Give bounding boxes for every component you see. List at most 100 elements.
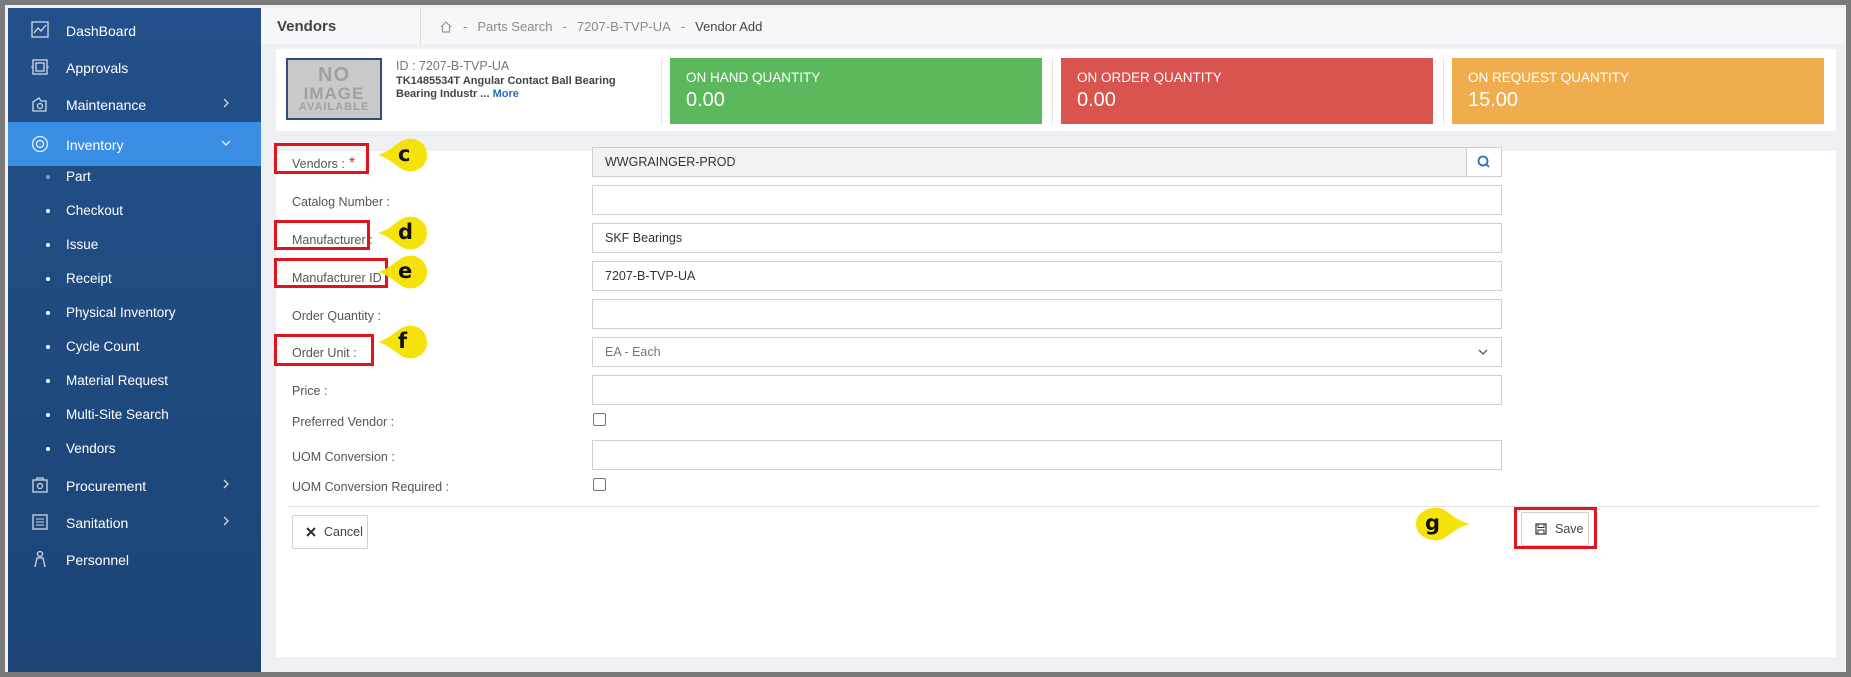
uom-conversion-required-checkbox[interactable]	[593, 478, 606, 491]
sidebar: DashBoard Approvals Maintenance Inventor…	[8, 8, 261, 672]
sidebar-subitem-label: Material Request	[66, 373, 169, 388]
callout-letter: d	[398, 220, 414, 244]
uom-conversion-label: UOM Conversion :	[292, 450, 395, 464]
sidebar-subitem-label: Receipt	[66, 271, 112, 286]
no-image-text: IMAGE	[303, 84, 365, 103]
catalog-number-label: Catalog Number :	[292, 195, 390, 209]
page-title: Vendors	[277, 18, 337, 35]
more-link[interactable]: More	[493, 88, 519, 100]
save-button[interactable]: Save	[1521, 512, 1589, 546]
sidebar-subitem-label: Part	[66, 169, 91, 184]
bullet-icon	[46, 345, 50, 349]
bullet-icon	[46, 209, 50, 213]
sidebar-item-label: Approvals	[66, 60, 129, 76]
breadcrumb-separator: -	[463, 19, 468, 34]
divider	[1052, 58, 1053, 124]
cancel-button-label: Cancel	[324, 525, 363, 539]
on-hand-quantity-tile: ON HAND QUANTITY 0.00	[670, 58, 1042, 124]
quantity-label: ON REQUEST QUANTITY	[1468, 70, 1630, 85]
chevron-right-icon	[223, 479, 229, 489]
vendor-form: Vendors : * WWGRAINGER-PROD Catalog Numbe…	[274, 143, 1836, 657]
personnel-icon	[34, 550, 46, 568]
callout-letter: c	[398, 142, 411, 166]
sidebar-subitem-label: Cycle Count	[66, 339, 140, 354]
quantity-label: ON HAND QUANTITY	[686, 70, 821, 85]
chevron-right-icon	[223, 516, 229, 526]
vendor-search-button[interactable]	[1466, 147, 1502, 177]
app-window: DashBoard Approvals Maintenance Inventor…	[5, 5, 1846, 672]
part-description: TK1485534T Angular Contact Ball Bearing …	[396, 75, 651, 101]
breadcrumb-current: Vendor Add	[695, 19, 763, 34]
sidebar-subitem-label: Checkout	[66, 203, 124, 218]
order-quantity-field[interactable]	[592, 299, 1502, 329]
uom-conversion-field[interactable]	[592, 440, 1502, 470]
sanitation-icon	[32, 514, 48, 530]
sidebar-subitem-label: Multi-Site Search	[66, 407, 169, 422]
save-icon	[1535, 523, 1547, 535]
no-image-text: NO	[318, 64, 350, 86]
on-request-quantity-tile: ON REQUEST QUANTITY 15.00	[1452, 58, 1824, 124]
order-unit-value: EA - Each	[605, 345, 661, 359]
callout-letter: e	[398, 259, 413, 283]
save-button-label: Save	[1555, 522, 1584, 536]
sidebar-item-label: Maintenance	[66, 97, 147, 113]
callout-marker-e: e	[378, 255, 428, 289]
sidebar-item-maintenance[interactable]: Maintenance	[8, 82, 261, 126]
no-image-placeholder: NO IMAGE AVAILABLE	[286, 58, 382, 120]
close-icon	[306, 527, 316, 537]
divider	[420, 8, 421, 44]
bullet-icon	[46, 447, 50, 451]
manufacturer-id-label: Manufacturer ID :	[292, 271, 389, 285]
vendors-field[interactable]: WWGRAINGER-PROD	[592, 147, 1468, 177]
callout-marker-c: c	[378, 138, 428, 172]
bullet-icon	[46, 311, 50, 315]
quantity-value: 15.00	[1468, 89, 1519, 111]
order-unit-select[interactable]: EA - Each	[592, 337, 1502, 367]
sidebar-item-personnel[interactable]: Personnel	[8, 537, 261, 581]
breadcrumb-part-id[interactable]: 7207-B-TVP-UA	[577, 19, 671, 34]
sidebar-item-label: DashBoard	[66, 23, 137, 39]
maintenance-icon	[32, 97, 47, 112]
quantity-label: ON ORDER QUANTITY	[1077, 70, 1222, 85]
callout-marker-f: f	[378, 325, 428, 359]
manufacturer-id-field[interactable]: 7207-B-TVP-UA	[592, 261, 1502, 291]
cancel-button[interactable]: Cancel	[292, 515, 368, 549]
quantity-value: 0.00	[1077, 89, 1116, 111]
price-label: Price :	[292, 384, 328, 398]
breadcrumb: - Parts Search - 7207-B-TVP-UA - Vendor …	[439, 19, 772, 34]
callout-letter: f	[398, 329, 408, 353]
sidebar-item-label: Procurement	[66, 478, 147, 494]
home-icon[interactable]	[439, 20, 453, 34]
bullet-icon	[46, 413, 50, 417]
part-summary-card: NO IMAGE AVAILABLE ID : 7207-B-TVP-UA TK…	[276, 49, 1836, 131]
callout-marker-d: d	[378, 216, 428, 250]
preferred-vendor-checkbox[interactable]	[593, 413, 606, 426]
procurement-icon	[32, 477, 48, 493]
bullet-icon	[46, 277, 50, 281]
chevron-right-icon	[223, 98, 229, 108]
breadcrumb-separator: -	[562, 19, 567, 34]
sidebar-item-label: Personnel	[66, 552, 130, 568]
sidebar-subitem-label: Vendors	[66, 441, 116, 456]
bullet-icon	[46, 175, 50, 179]
manufacturer-label: Manufacturer :	[292, 233, 373, 247]
breadcrumb-separator: -	[680, 19, 686, 34]
sidebar-subitem-label: Physical Inventory	[66, 305, 176, 320]
approvals-icon	[31, 59, 49, 75]
callout-marker-g: g	[1406, 507, 1470, 541]
divider	[1443, 58, 1444, 124]
bullet-icon	[46, 379, 50, 383]
vendors-label-text: Vendors :	[292, 157, 345, 171]
breadcrumb-parts-search[interactable]: Parts Search	[477, 19, 552, 34]
uom-conversion-required-label: UOM Conversion Required :	[292, 480, 450, 494]
vendors-label: Vendors : *	[292, 155, 355, 173]
inventory-icon	[31, 135, 49, 153]
manufacturer-field[interactable]: SKF Bearings	[592, 223, 1502, 253]
callout-letter: g	[1425, 511, 1441, 535]
price-field[interactable]	[592, 375, 1502, 405]
order-unit-label: Order Unit :	[292, 346, 357, 360]
chart-icon	[31, 21, 49, 38]
no-image-text: AVAILABLE	[298, 101, 370, 113]
catalog-number-field[interactable]	[592, 185, 1502, 215]
preferred-vendor-label: Preferred Vendor :	[292, 415, 395, 429]
